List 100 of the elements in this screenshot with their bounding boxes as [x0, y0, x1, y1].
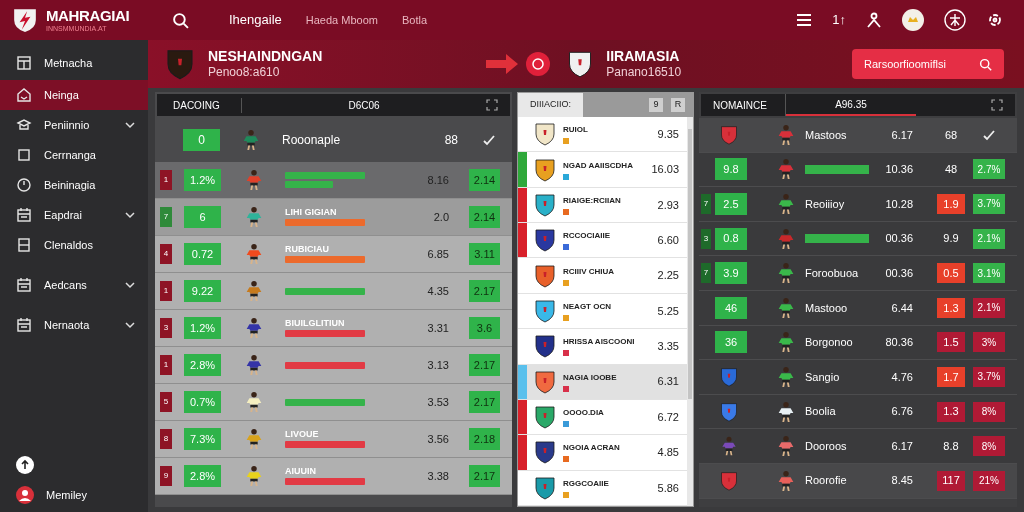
sidebar-item[interactable]: Beininagia — [0, 170, 148, 200]
table-row[interactable]: 9 2.8% AIUUIN 3.38 2.17 — [155, 458, 512, 495]
stat-number: 1.3 — [937, 401, 965, 422]
table-row[interactable]: 0 Rooonaple 88 — [155, 118, 512, 162]
percent-value: 8% — [973, 401, 1005, 422]
table-row[interactable]: 1 9.22 4.35 2.17 — [155, 273, 512, 310]
team-name: NAGIA IOOBE — [563, 371, 618, 384]
value-label: 0 — [183, 129, 220, 151]
odds-value[interactable]: 2.17 — [469, 391, 500, 413]
stat-number: 1.9 — [937, 194, 965, 214]
table-row[interactable]: Sangio 4.76 1.7 3.7% — [699, 360, 1017, 395]
table-row[interactable]: Dooroos 6.17 8.8 8% — [699, 429, 1017, 464]
check-icon — [482, 133, 496, 147]
team-value: 5.86 — [657, 480, 679, 496]
table-row[interactable]: 5 0.7% 3.53 2.17 — [155, 384, 512, 421]
nav-link[interactable]: Botla — [401, 11, 427, 29]
table-row[interactable]: 9.8 10.36 48 2.7% — [699, 152, 1017, 188]
scrollbar[interactable] — [687, 117, 693, 506]
nav-link[interactable]: Haeda Mboom — [305, 11, 378, 29]
rank-number: 7 — [701, 263, 711, 284]
team-row[interactable]: OOOO.DIA 6.72 — [518, 399, 687, 436]
list-tab[interactable]: DIIIACIIO: — [518, 93, 583, 117]
team-row[interactable]: RGGCOAIIE 5.86 — [518, 470, 687, 506]
team-row[interactable]: NGOIA ACRAN 4.85 — [518, 435, 687, 471]
table-row[interactable]: Boolia 6.76 1.3 8% — [699, 394, 1017, 430]
stat-value: 6.17 — [890, 127, 913, 143]
team-row[interactable]: RIAIGE:RCIIAN 2.93 — [518, 187, 687, 224]
user-profile[interactable]: Memiley — [16, 486, 148, 504]
team-name: RCCOCIAIIE — [563, 230, 612, 243]
rank-number: 1 — [160, 281, 172, 301]
menu-icon[interactable] — [796, 13, 813, 27]
team-row[interactable]: RCCOCIAIIE 6.60 — [518, 223, 687, 259]
odds-value[interactable]: 2.18 — [469, 428, 500, 450]
sidebar-item[interactable]: Neinga — [0, 80, 148, 110]
table-row[interactable]: 7 3.9 Foroobuoa 00.36 0.5 3.1% — [699, 256, 1017, 291]
table-row[interactable]: 3 1.2% BIUILGLITIUN 3.31 3.6 — [155, 310, 512, 347]
odds-value[interactable]: 2.14 — [469, 206, 500, 228]
table-row[interactable]: Roorofie 8.45 117 21% — [699, 463, 1017, 499]
team-row[interactable]: RUIOL 9.35 — [518, 117, 687, 153]
team-row[interactable]: NGAD AAIISCDHA 16.03 — [518, 152, 687, 188]
team-name: IIRAMASIA — [606, 47, 681, 66]
value-label: 2.8% — [184, 354, 221, 376]
panel-icon — [16, 237, 32, 253]
home-icon — [16, 87, 32, 103]
player-name: Mastoos — [805, 127, 847, 143]
coin-icon[interactable] — [902, 9, 924, 31]
team-value: 3.35 — [657, 339, 679, 355]
odds-value[interactable]: 3.11 — [469, 243, 500, 265]
stat-value: 8.45 — [890, 473, 913, 489]
odds-value[interactable]: 3.6 — [469, 317, 500, 339]
value-label: 0.7% — [184, 391, 221, 413]
score-text: 3.53 — [427, 394, 449, 410]
odds-value[interactable]: 2.17 — [469, 465, 500, 487]
team-row[interactable]: NEAGT OCN 5.25 — [518, 293, 687, 330]
sidebar-item[interactable]: Peniinnio — [0, 110, 148, 140]
table-row[interactable]: 46 Mastooo 6.44 1.3 2.1% — [699, 290, 1017, 326]
odds-value[interactable]: 2.14 — [469, 169, 500, 191]
search-button[interactable] — [172, 11, 189, 29]
sidebar-item[interactable]: Clenaldos — [0, 230, 148, 260]
search-bar-button[interactable]: Rarsoorfioomiflsi — [852, 49, 1004, 79]
sidebar-item[interactable]: Cerrnanga — [0, 140, 148, 170]
nav-link[interactable]: Ihengaile — [229, 10, 282, 30]
table-row[interactable]: 1 1.2% 8.16 2.14 — [155, 162, 512, 199]
table-row[interactable]: 1 2.8% 3.13 2.17 — [155, 347, 512, 384]
table-tab[interactable]: A96.35 — [786, 94, 916, 116]
odds-value[interactable]: 2.17 — [469, 354, 500, 376]
rank-number: 5 — [160, 392, 172, 412]
brand-name: MAHRAGIAI — [46, 8, 130, 23]
person-icon[interactable] — [866, 12, 882, 28]
table-row[interactable]: 3 0.8 00.36 9.9 2.1% — [699, 221, 1017, 257]
sidebar-item[interactable]: Eapdrai — [0, 200, 148, 230]
expand-icon[interactable] — [486, 99, 498, 111]
table-row[interactable]: 4 0.72 RUBICIAU 6.85 3.11 — [155, 236, 512, 273]
table-row[interactable]: 36 Borgonoo 80.36 1.5 3% — [699, 325, 1017, 361]
team-row[interactable]: NAGIA IOOBE 6.31 — [518, 364, 687, 400]
odds-value[interactable]: 2.17 — [469, 280, 500, 302]
team-row[interactable]: RCIIIV CHIUA 2.25 — [518, 258, 687, 294]
table-row[interactable]: Mastoos 6.17 68 — [699, 118, 1017, 153]
sidebar-item[interactable]: Aedcans — [0, 270, 148, 300]
sort-label[interactable]: 1↑ — [832, 10, 846, 30]
player-name: Foroobuoa — [805, 265, 859, 281]
shield-icon — [164, 48, 196, 80]
filter-button[interactable]: 9 — [649, 98, 663, 112]
filter-button[interactable]: R — [671, 98, 685, 112]
table-row[interactable]: 8 7.3% LIVOUE 3.56 2.18 — [155, 421, 512, 458]
upload-icon[interactable] — [16, 456, 34, 474]
table-row[interactable]: 7 6 LIHI GIGIAN 2.0 2.14 — [155, 199, 512, 236]
settings-icon[interactable] — [986, 11, 1004, 29]
badge-icon[interactable] — [944, 9, 966, 31]
team-row[interactable]: HRISSA AISCOONI 3.35 — [518, 329, 687, 365]
sidebar-item[interactable]: Metnacha — [0, 48, 148, 78]
team-name: RUIOL — [563, 124, 589, 137]
expand-icon[interactable] — [991, 99, 1003, 111]
stat-number: 1.5 — [937, 332, 965, 353]
value-label: 7.3% — [184, 428, 221, 450]
stat-value: 6.44 — [890, 300, 913, 316]
sidebar-item[interactable]: Nernaota — [0, 310, 148, 340]
stat-value: 00.36 — [884, 265, 913, 281]
table-row[interactable]: 7 2.5 Reoiiioy 10.28 1.9 3.7% — [699, 187, 1017, 222]
table-tab[interactable]: NOMAINCE — [701, 94, 786, 116]
